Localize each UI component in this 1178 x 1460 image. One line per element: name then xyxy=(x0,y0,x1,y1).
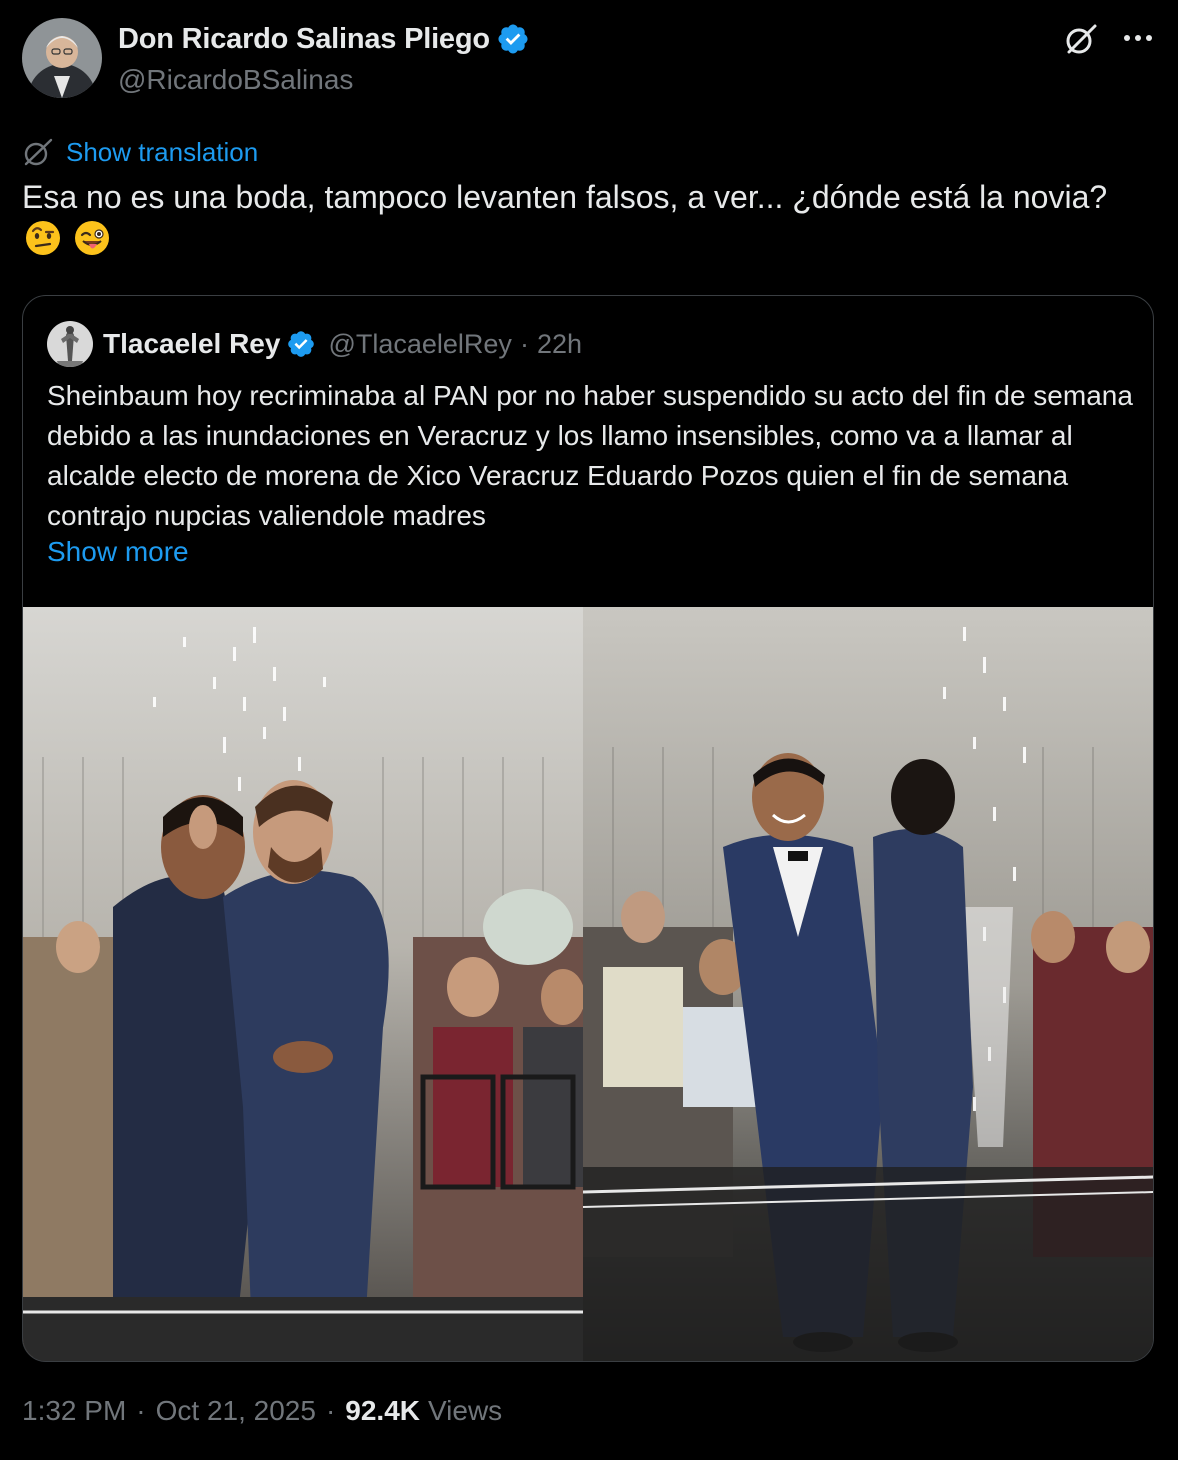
more-options-icon[interactable] xyxy=(1120,24,1156,52)
quoted-author-name[interactable]: Tlacaelel Rey xyxy=(103,328,280,360)
quoted-author-handle[interactable]: @TlacaelelRey xyxy=(328,329,511,360)
grok-icon[interactable] xyxy=(1064,22,1098,56)
show-translation-label[interactable]: Show translation xyxy=(66,137,258,168)
show-translation-link[interactable]: Show translation xyxy=(22,136,258,168)
views-label: Views xyxy=(428,1395,503,1426)
views-count[interactable]: 92.4K xyxy=(345,1395,420,1427)
show-more-link[interactable]: Show more xyxy=(47,536,189,568)
quoted-media[interactable] xyxy=(23,607,1153,1361)
verified-badge-icon xyxy=(498,24,528,54)
quoted-timestamp[interactable]: 22h xyxy=(537,329,582,360)
author-handle[interactable]: @RicardoBSalinas xyxy=(118,64,353,96)
author-display-name[interactable]: Don Ricardo Salinas Pliego xyxy=(118,23,490,56)
quoted-tweet[interactable]: Tlacaelel Rey @TlacaelelRey · 22h Sheinb… xyxy=(22,295,1154,1362)
verified-badge-icon xyxy=(288,331,315,357)
quoted-author-avatar[interactable] xyxy=(47,321,93,367)
quoted-header: Tlacaelel Rey @TlacaelelRey · 22h xyxy=(47,321,582,367)
footer-separator: · xyxy=(325,1395,336,1426)
wedding-photo-standing[interactable] xyxy=(583,607,1153,1361)
tweet-header: Don Ricardo Salinas Pliego @RicardoBSali… xyxy=(22,18,1156,98)
quoted-separator: · xyxy=(519,328,529,359)
winking-face-with-tongue-emoji xyxy=(74,221,109,255)
tweet-time[interactable]: 1:32 PM xyxy=(22,1395,126,1427)
footer-separator: · xyxy=(136,1395,146,1426)
tweet-date[interactable]: Oct 21, 2025 xyxy=(156,1395,316,1427)
wedding-photo-embrace[interactable] xyxy=(23,607,583,1361)
quoted-text: Sheinbaum hoy recriminaba al PAN por no … xyxy=(47,380,1133,531)
translate-icon xyxy=(24,138,53,166)
author-name-row: Don Ricardo Salinas Pliego xyxy=(118,22,530,56)
tweet-text: Esa no es una boda, tampoco levanten fal… xyxy=(22,176,1152,260)
author-avatar[interactable] xyxy=(22,18,102,98)
tweet-body: Esa no es una boda, tampoco levanten fal… xyxy=(22,179,1108,215)
face-with-raised-eyebrow-emoji xyxy=(26,221,60,255)
tweet-footer: 1:32 PM · Oct 21, 2025 · 92.4K Views xyxy=(22,1395,502,1427)
